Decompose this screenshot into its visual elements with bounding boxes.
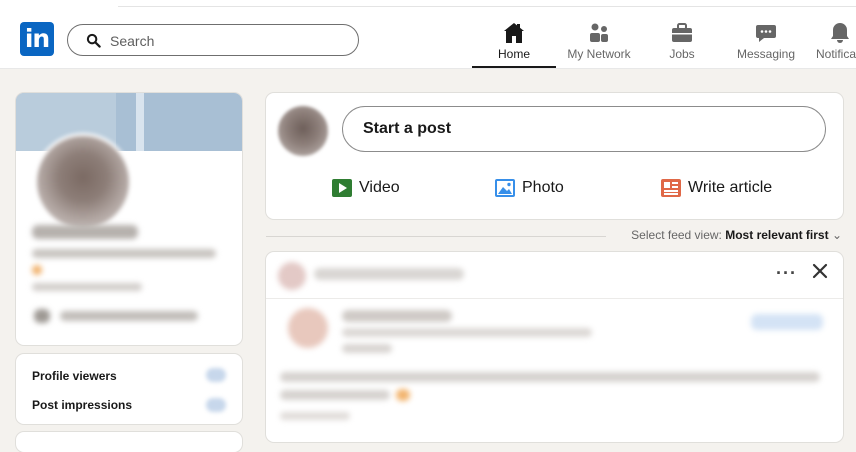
blurred-post-text: [280, 372, 820, 382]
my-network-icon: [590, 23, 608, 42]
messaging-icon: [756, 25, 776, 42]
blurred-reactor-avatar: [278, 262, 306, 290]
nav-notifications-label: Notifica: [816, 47, 856, 61]
blurred-post-text: [280, 412, 350, 420]
blurred-emoji: [32, 265, 42, 275]
blurred-headline: [32, 249, 216, 258]
blurred-author-name: [342, 310, 452, 322]
blurred-author-headline: [342, 328, 592, 337]
linkedin-logo[interactable]: in: [20, 22, 54, 56]
blurred-company-logo: [34, 309, 50, 323]
profile-stats-card: Profile viewers Post impressions: [16, 354, 242, 424]
photo-icon: [495, 179, 515, 197]
global-nav: in Home My Network: [0, 12, 856, 69]
close-icon[interactable]: [811, 262, 829, 280]
feed-sort-value: Most relevant first: [725, 228, 829, 242]
nav-my-network[interactable]: My Network: [562, 12, 636, 68]
sidebar-card: [16, 432, 242, 452]
nav-messaging[interactable]: Messaging: [730, 12, 802, 68]
post-more-menu[interactable]: ···: [776, 264, 797, 282]
divider: [118, 6, 856, 7]
video-label: Video: [359, 179, 400, 196]
nav-my-network-label: My Network: [567, 47, 631, 61]
article-icon: [661, 179, 681, 197]
blurred-activity-text: [314, 268, 464, 280]
briefcase-icon: [672, 23, 692, 42]
share-box: Start a post Video Photo Write article: [266, 93, 843, 219]
start-post-button[interactable]: Start a post: [342, 106, 826, 152]
feed-sort-dropdown[interactable]: Select feed view: Most relevant first ⌄: [631, 228, 842, 242]
feed-divider: [266, 236, 606, 237]
video-icon: [332, 179, 352, 197]
search-input[interactable]: [108, 29, 342, 53]
nav-jobs-label: Jobs: [669, 47, 695, 61]
profile-banner: [16, 93, 242, 151]
blurred-post-text: [280, 390, 390, 400]
profile-card[interactable]: [16, 93, 242, 345]
bell-icon: [831, 23, 849, 43]
photo-label: Photo: [522, 179, 564, 196]
active-indicator: [472, 66, 556, 68]
blurred-company: [60, 311, 198, 321]
profile-viewers-count: [206, 368, 226, 382]
post-impressions-link[interactable]: Post impressions: [32, 398, 132, 412]
nav-home[interactable]: Home: [472, 12, 556, 68]
write-article-label: Write article: [688, 179, 773, 196]
nav-notifications[interactable]: Notifica: [812, 12, 856, 68]
blurred-post-time: [342, 344, 392, 353]
search-icon: [86, 33, 101, 48]
blurred-location: [32, 283, 142, 291]
banner-shape: [136, 93, 144, 151]
post-impressions-count: [206, 398, 226, 412]
blurred-emoji: [396, 389, 410, 401]
chevron-down-icon: ⌄: [831, 228, 842, 242]
home-icon: [504, 23, 524, 43]
nav-messaging-label: Messaging: [736, 47, 796, 61]
blurred-author-avatar: [288, 308, 328, 348]
search-box[interactable]: [67, 24, 359, 56]
post-divider: [266, 298, 843, 299]
blurred-follow-button[interactable]: [751, 314, 823, 330]
browser-top-strip: [0, 0, 856, 12]
feed-post: ···: [266, 252, 843, 442]
nav-jobs[interactable]: Jobs: [652, 12, 712, 68]
feed-sort-prefix: Select feed view:: [631, 228, 722, 242]
user-avatar[interactable]: [278, 106, 328, 156]
nav-home-label: Home: [497, 47, 530, 61]
blurred-name: [32, 225, 138, 239]
profile-avatar[interactable]: [34, 133, 132, 231]
profile-viewers-link[interactable]: Profile viewers: [32, 369, 117, 383]
